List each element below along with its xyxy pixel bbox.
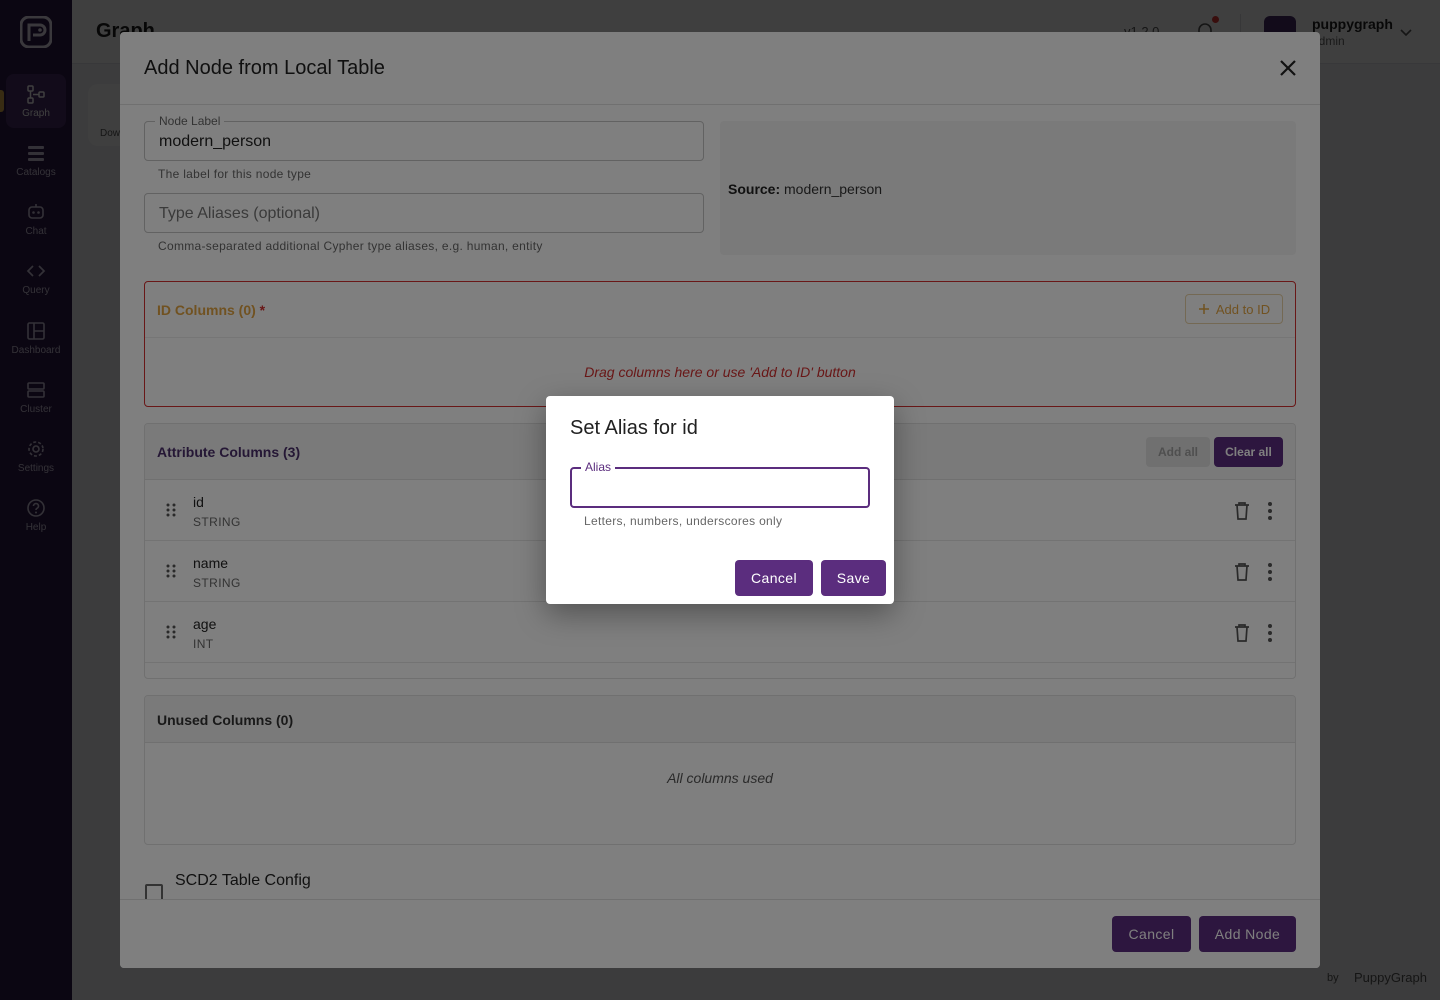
set-alias-dialog: Set Alias for id Alias Letters, numbers,… bbox=[546, 396, 894, 604]
alias-field-label: Alias bbox=[581, 460, 616, 474]
alias-input[interactable] bbox=[584, 478, 854, 498]
alias-save-button[interactable]: Save bbox=[821, 560, 886, 596]
alias-cancel-button[interactable]: Cancel bbox=[735, 560, 813, 596]
alias-helper: Letters, numbers, underscores only bbox=[584, 514, 783, 528]
alias-dialog-title: Set Alias for id bbox=[570, 417, 698, 439]
alias-field[interactable]: Alias bbox=[570, 460, 870, 508]
